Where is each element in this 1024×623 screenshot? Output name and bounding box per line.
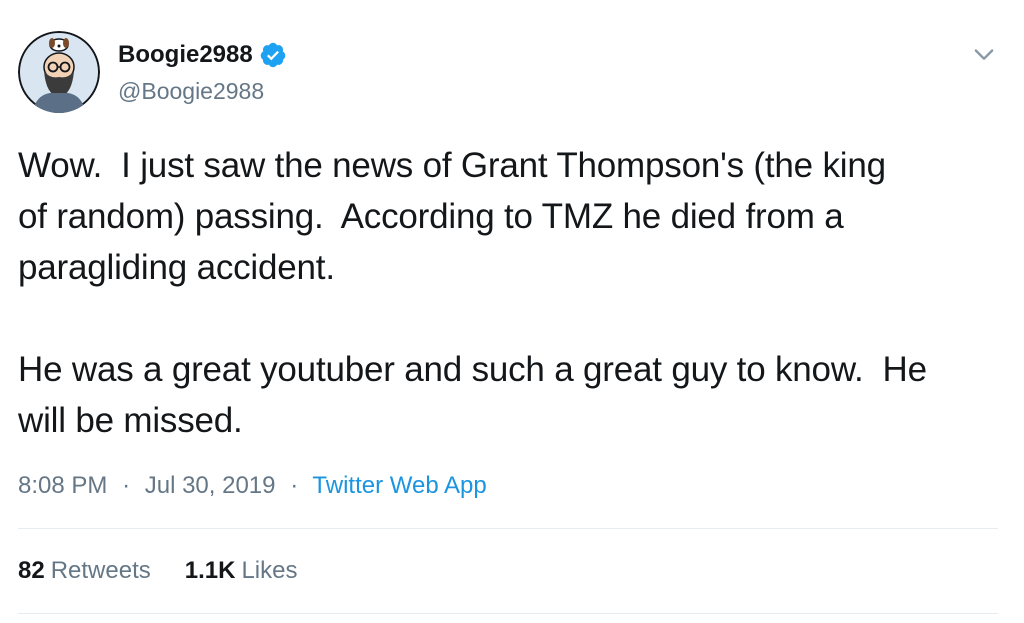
verified-badge-icon	[259, 41, 287, 69]
retweets-count: 82	[18, 557, 45, 584]
likes-stat[interactable]: 1.1K Likes	[185, 555, 298, 587]
tweet-text: Wow. I just saw the news of Grant Thomps…	[18, 146, 927, 440]
display-name[interactable]: Boogie2988	[118, 40, 287, 70]
meta-separator: ·	[290, 472, 299, 499]
tweet-time[interactable]: 8:08 PM	[18, 472, 107, 499]
tweet-source-link[interactable]: Twitter Web App	[312, 472, 486, 499]
tweet-stats: 82 Retweets 1.1K Likes	[18, 555, 331, 587]
likes-label: Likes	[241, 557, 298, 584]
tweet-date[interactable]: Jul 30, 2019	[145, 472, 276, 499]
retweets-label: Retweets	[50, 557, 151, 584]
avatar[interactable]	[18, 31, 100, 113]
retweets-stat[interactable]: 82 Retweets	[18, 555, 151, 587]
user-handle[interactable]: @Boogie2988	[118, 76, 264, 106]
meta-separator: ·	[122, 472, 131, 499]
tweet-meta: 8:08 PM · Jul 30, 2019 · Twitter Web App	[18, 470, 487, 502]
chevron-down-icon[interactable]	[970, 40, 998, 68]
divider	[18, 613, 998, 614]
divider	[18, 528, 998, 529]
tweet-card: Boogie2988 @Boogie2988 Wow. I just saw t…	[0, 0, 1024, 623]
likes-count: 1.1K	[184, 557, 236, 584]
display-name-text[interactable]: Boogie2988	[118, 40, 253, 70]
